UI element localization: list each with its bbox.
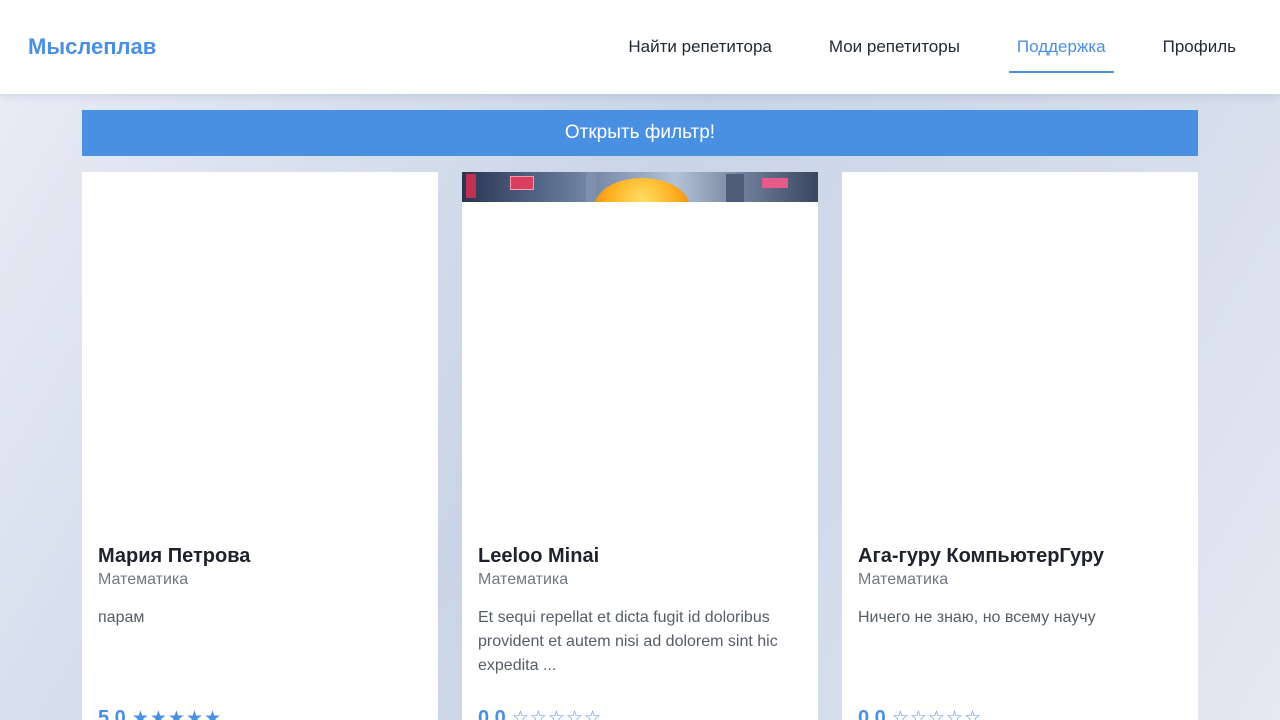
star-empty-icon: ☆: [909, 707, 927, 720]
rating-stars: ☆ ☆ ☆ ☆ ☆: [892, 706, 982, 720]
rating-value: 5.0: [98, 707, 126, 720]
tutor-subject: Математика: [98, 571, 189, 588]
star-empty-icon: ☆: [529, 707, 547, 720]
star-empty-icon: ☆: [964, 707, 982, 720]
tutor-rating: 0.0 ☆ ☆ ☆ ☆ ☆: [478, 706, 602, 720]
star-empty-icon: ☆: [565, 707, 583, 720]
star-empty-icon: ☆: [511, 707, 529, 720]
star-empty-icon: ☆: [891, 707, 909, 720]
star-empty-icon: ☆: [945, 707, 963, 720]
tutor-subject: Математика: [478, 571, 569, 588]
star-filled-icon: ★: [204, 707, 222, 720]
tutor-description: Ничего не знаю, но всему научу: [858, 609, 1096, 626]
tutor-name: Leeloo Minai: [478, 545, 600, 567]
app-logo[interactable]: Мыслеплав: [28, 33, 156, 61]
nav-item-support[interactable]: Поддержка: [1008, 24, 1114, 73]
tutor-card[interactable]: Leeloo Minai Математика Et sequi repella…: [462, 172, 818, 720]
rating-value: 0.0: [858, 707, 886, 720]
tutor-subject: Математика: [858, 571, 949, 588]
tutor-name: Мария Петрова: [98, 545, 251, 567]
tutor-rating: 0.0 ☆ ☆ ☆ ☆ ☆: [858, 706, 982, 720]
star-empty-icon: ☆: [584, 707, 602, 720]
top-header: Мыслеплав Найти репетитора Мои репетитор…: [0, 0, 1280, 94]
tutor-description: Et sequi repellat et dicta fugit id dolo…: [478, 609, 778, 674]
main-nav: Найти репетитора Мои репетиторы Поддержк…: [579, 24, 1244, 74]
star-empty-icon: ☆: [927, 707, 945, 720]
star-filled-icon: ★: [149, 707, 167, 720]
nav-item-profile[interactable]: Профиль: [1155, 24, 1244, 61]
star-filled-icon: ★: [185, 707, 203, 720]
rating-value: 0.0: [478, 707, 506, 720]
star-filled-icon: ★: [131, 707, 149, 720]
tutor-card[interactable]: Ага-гуру КомпьютерГуру Математика Ничего…: [842, 172, 1198, 720]
open-filter-button[interactable]: Открыть фильтр!: [82, 110, 1198, 156]
nav-item-my-tutors[interactable]: Мои репетиторы: [821, 24, 968, 61]
tutor-description: парам: [98, 609, 145, 626]
rating-stars: ☆ ☆ ☆ ☆ ☆: [512, 706, 602, 720]
tutor-photo: [462, 172, 818, 202]
tutor-rating: 5.0 ★ ★ ★ ★ ★: [98, 706, 222, 720]
star-filled-icon: ★: [167, 707, 185, 720]
tutor-card[interactable]: Мария Петрова Математика парам 5.0 ★ ★ ★ ★ ★: [82, 172, 438, 720]
tutor-name: Ага-гуру КомпьютерГуру: [858, 545, 1104, 567]
rating-stars: ★ ★ ★ ★ ★: [132, 706, 222, 720]
star-empty-icon: ☆: [547, 707, 565, 720]
nav-item-find-tutor[interactable]: Найти репетитора: [620, 24, 779, 61]
